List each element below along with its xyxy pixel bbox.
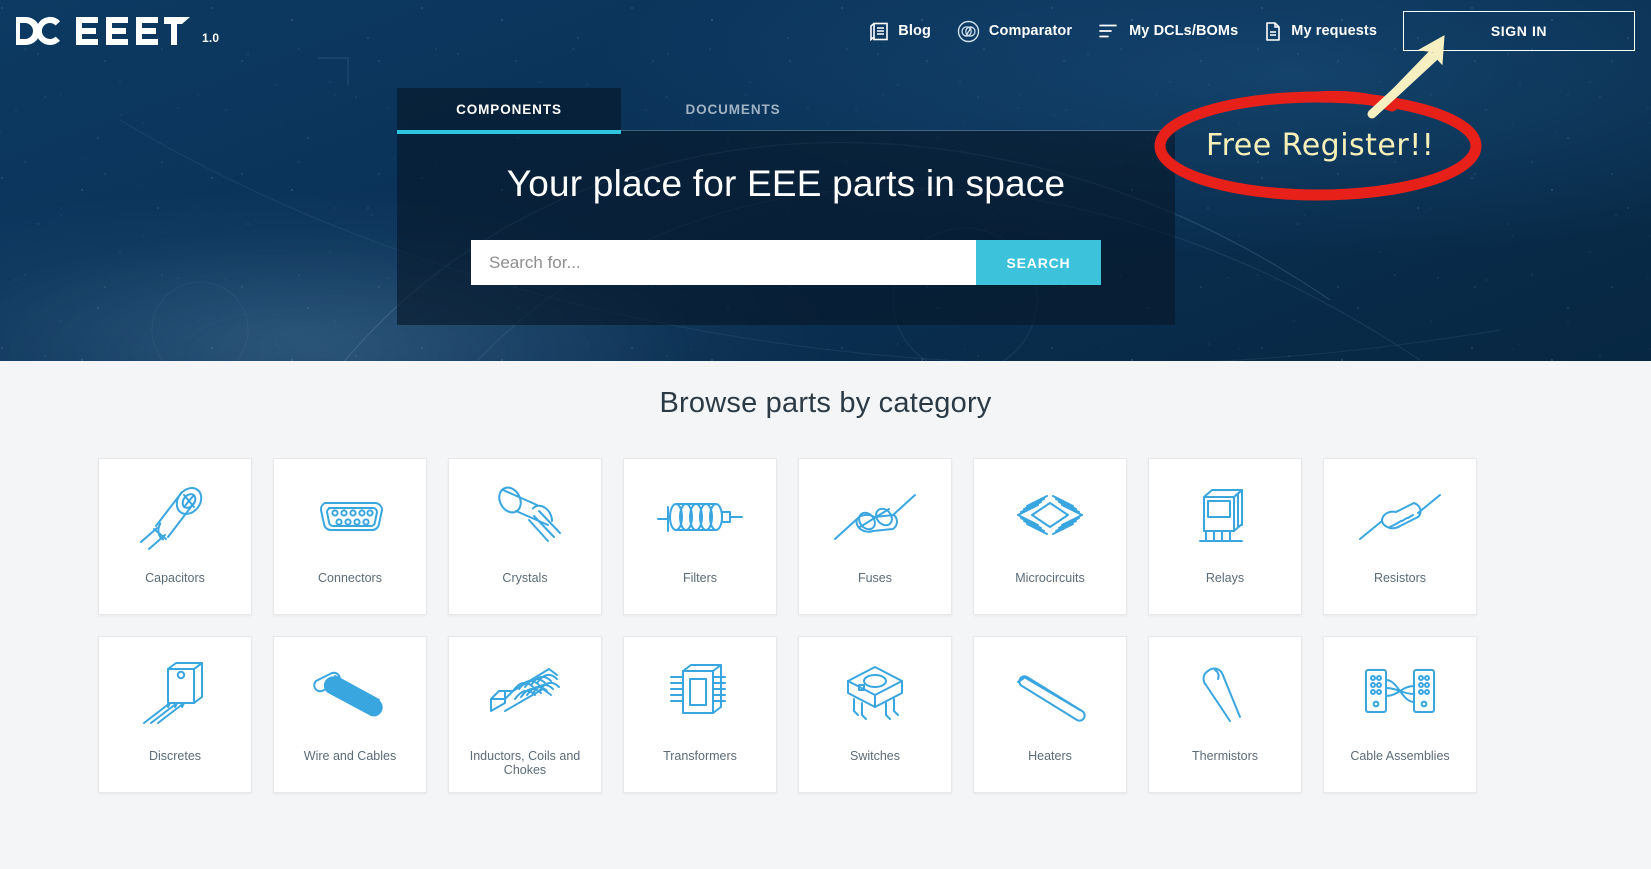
category-label: Filters: [682, 571, 718, 585]
tab-documents[interactable]: DOCUMENTS: [621, 88, 845, 131]
category-label: Heaters: [1028, 749, 1072, 763]
nav-item-my-dcls-boms[interactable]: My DCLs/BOMs: [1098, 22, 1238, 40]
nav-item-blog[interactable]: Blog: [869, 21, 931, 42]
thermistor-icon: [1149, 637, 1301, 749]
top-navigation-bar: 1.0 Blog Comparator My DCLs/BOMs My requ…: [0, 0, 1651, 62]
category-card-relays[interactable]: Relays: [1148, 458, 1302, 615]
nav-links-group: Blog Comparator My DCLs/BOMs My requests…: [843, 0, 1651, 62]
discrete-icon: [99, 637, 251, 749]
category-label: Fuses: [857, 571, 893, 585]
site-logo[interactable]: 1.0: [14, 14, 219, 48]
transformer-icon: [624, 637, 776, 749]
capacitor-icon: [99, 459, 251, 571]
category-card-wire-and-cables[interactable]: Wire and Cables: [273, 636, 427, 793]
tab-components[interactable]: COMPONENTS: [397, 88, 621, 134]
category-card-connectors[interactable]: Connectors: [273, 458, 427, 615]
switch-icon: [799, 637, 951, 749]
category-card-discretes[interactable]: Discretes: [98, 636, 252, 793]
category-card-switches[interactable]: Switches: [798, 636, 952, 793]
connector-icon: [274, 459, 426, 571]
category-card-fuses[interactable]: Fuses: [798, 458, 952, 615]
browse-heading: Browse parts by category: [659, 387, 992, 419]
category-card-transformers[interactable]: Transformers: [623, 636, 777, 793]
category-card-cable-assemblies[interactable]: Cable Assemblies: [1323, 636, 1477, 793]
category-label: Inductors, Coils and Chokes: [469, 749, 581, 778]
book-icon: [869, 21, 889, 42]
nav-item-my-requests[interactable]: My requests: [1264, 21, 1377, 42]
hero-panel: [397, 131, 1175, 325]
category-label: Thermistors: [1192, 749, 1258, 763]
search-bar: SEARCH: [471, 240, 1101, 285]
nav-item-comparator[interactable]: Comparator: [957, 20, 1072, 43]
browse-section: Browse parts by category Capacitors Conn…: [0, 361, 1651, 869]
category-grid: Capacitors Connectors Crystals Filters F…: [98, 458, 1574, 793]
resistor-icon: [1324, 459, 1476, 571]
category-label: Cable Assemblies: [1350, 749, 1450, 763]
comparator-icon: [957, 20, 980, 43]
logo-version: 1.0: [202, 31, 220, 45]
nav-item-label: Comparator: [988, 23, 1073, 39]
nav-item-label: Blog: [898, 23, 931, 39]
document-icon: [1264, 21, 1282, 42]
category-label: Connectors: [318, 571, 382, 585]
page-root: 1.0 Blog Comparator My DCLs/BOMs My requ…: [0, 0, 1651, 869]
category-label: Resistors: [1373, 571, 1427, 585]
category-label: Discretes: [148, 749, 202, 763]
category-card-inductors-coils-and-chokes[interactable]: Inductors, Coils and Chokes: [448, 636, 602, 793]
category-label: Transformers: [663, 749, 737, 763]
nav-item-label: My DCLs/BOMs: [1129, 23, 1239, 39]
category-card-thermistors[interactable]: Thermistors: [1148, 636, 1302, 793]
category-label: Microcircuits: [1015, 571, 1085, 585]
category-card-crystals[interactable]: Crystals: [448, 458, 602, 615]
search-button[interactable]: SEARCH: [976, 240, 1101, 285]
category-label: Wire and Cables: [303, 749, 397, 763]
category-label: Crystals: [502, 571, 548, 585]
crystal-icon: [449, 459, 601, 571]
category-card-heaters[interactable]: Heaters: [973, 636, 1127, 793]
logo-wordmark-icon: [16, 16, 190, 45]
category-label: Capacitors: [145, 571, 205, 585]
hero-tabs: COMPONENTS DOCUMENTS: [397, 88, 1175, 134]
category-card-capacitors[interactable]: Capacitors: [98, 458, 252, 615]
page-title: Your place for EEE parts in space: [506, 163, 1066, 204]
cable-assembly-icon: [1324, 637, 1476, 749]
search-input[interactable]: [471, 240, 976, 285]
wire-icon: [274, 637, 426, 749]
sign-in-button[interactable]: SIGN IN: [1403, 11, 1635, 51]
category-card-filters[interactable]: Filters: [623, 458, 777, 615]
filter-icon: [624, 459, 776, 571]
list-icon: [1098, 22, 1120, 40]
category-card-resistors[interactable]: Resistors: [1323, 458, 1477, 615]
category-card-microcircuits[interactable]: Microcircuits: [973, 458, 1127, 615]
category-label: Switches: [849, 749, 901, 763]
heater-icon: [974, 637, 1126, 749]
relay-icon: [1149, 459, 1301, 571]
inductor-icon: [449, 637, 601, 749]
fuse-icon: [799, 459, 951, 571]
category-label: Relays: [1205, 571, 1245, 585]
nav-item-label: My requests: [1291, 23, 1377, 39]
microcircuit-icon: [974, 459, 1126, 571]
